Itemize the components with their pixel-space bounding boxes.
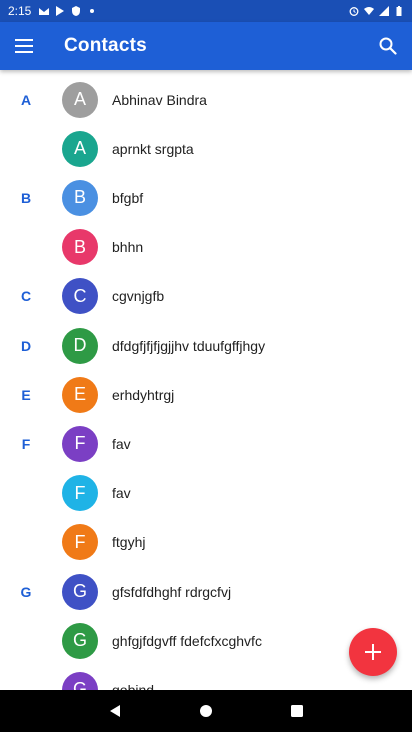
shield-icon <box>72 6 81 16</box>
contact-row[interactable]: G Ggfsfdfdhghf rdrgcfvj <box>0 567 412 616</box>
avatar: G <box>62 573 98 610</box>
contact-row[interactable]: Fftgyhj <box>0 518 412 567</box>
avatar: F <box>62 524 98 561</box>
wifi-icon <box>364 7 374 15</box>
app-bar: Contacts <box>0 22 412 70</box>
status-time: 2:15 <box>8 4 32 18</box>
section-letter: A <box>20 91 32 108</box>
search-icon[interactable] <box>364 22 412 70</box>
section-letter: G <box>20 583 32 600</box>
contact-name: aprnkt srgpta <box>112 140 194 157</box>
contact-name: erhdyhtrgj <box>112 386 175 403</box>
contact-name: cgvnjgfb <box>112 288 165 305</box>
avatar: D <box>62 327 98 364</box>
status-bar: 2:15 <box>0 0 412 22</box>
section-letter: B <box>20 189 32 206</box>
contact-name: ftgyhj <box>112 534 146 551</box>
recents-icon[interactable] <box>285 699 309 723</box>
section-letter: D <box>20 337 32 354</box>
contact-list[interactable]: A A Abhinav Bindra Aaprnkt srgpta B Bbfgbf Bbh… <box>0 70 412 690</box>
contact-name: Abhinav Bindra <box>112 91 207 108</box>
contact-name: bfgbf <box>112 189 144 206</box>
plus-icon <box>365 644 381 660</box>
avatar: B <box>62 179 98 216</box>
play-store-icon <box>56 6 65 16</box>
avatar: G <box>62 622 98 659</box>
contact-row[interactable]: Aaprnkt srgpta <box>0 124 412 173</box>
section-letter: F <box>21 435 31 452</box>
contact-name: dfdgfjfjfjgjjhv tduufgffjhgy <box>112 337 266 354</box>
contact-row[interactable]: Ggobind <box>0 665 412 690</box>
add-contact-button[interactable] <box>349 628 397 676</box>
avatar: F <box>62 425 98 462</box>
avatar: A <box>62 130 98 167</box>
contact-row[interactable]: E Eerhdyhtrgj <box>0 370 412 419</box>
contact-name: ghfgjfdgvff fdefcfxcghvfc <box>112 632 262 649</box>
home-icon[interactable] <box>194 699 218 723</box>
avatar: G <box>62 671 98 690</box>
dot-icon <box>90 9 95 13</box>
avatar: A <box>62 81 98 118</box>
contact-row[interactable]: C Ccgvnjgfb <box>0 272 412 321</box>
contact-name: gfsfdfdhghf rdrgcfvj <box>112 583 232 600</box>
contact-row[interactable]: B Bbfgbf <box>0 173 412 222</box>
back-icon[interactable] <box>103 699 127 723</box>
contact-name: fav <box>112 435 131 452</box>
contact-name: bhhn <box>112 239 144 256</box>
avatar: B <box>62 229 98 266</box>
avatar: C <box>62 278 98 315</box>
signal-icon <box>379 6 389 16</box>
avatar: E <box>62 376 98 413</box>
avatar: F <box>62 475 98 512</box>
contact-name: fav <box>112 485 131 502</box>
contact-row[interactable]: Ffav <box>0 469 412 518</box>
navigation-bar <box>0 690 412 732</box>
contact-row[interactable]: D Ddfdgfjfjfjgjjhv tduufgffjhgy <box>0 321 412 370</box>
section-letter: E <box>21 386 31 403</box>
page-title: Contacts <box>64 35 147 56</box>
contact-name: gobind <box>112 681 155 690</box>
hamburger-menu-icon[interactable] <box>0 22 48 70</box>
battery-icon <box>396 6 402 16</box>
alarm-icon <box>349 7 359 16</box>
section-letter: C <box>20 288 32 305</box>
gmail-icon <box>39 8 50 15</box>
notification-icons <box>39 6 97 16</box>
contact-row[interactable]: F Ffav <box>0 419 412 468</box>
system-icons <box>349 6 404 16</box>
contact-row[interactable]: Bbhhn <box>0 223 412 272</box>
contact-row[interactable]: A A Abhinav Bindra <box>0 75 412 124</box>
